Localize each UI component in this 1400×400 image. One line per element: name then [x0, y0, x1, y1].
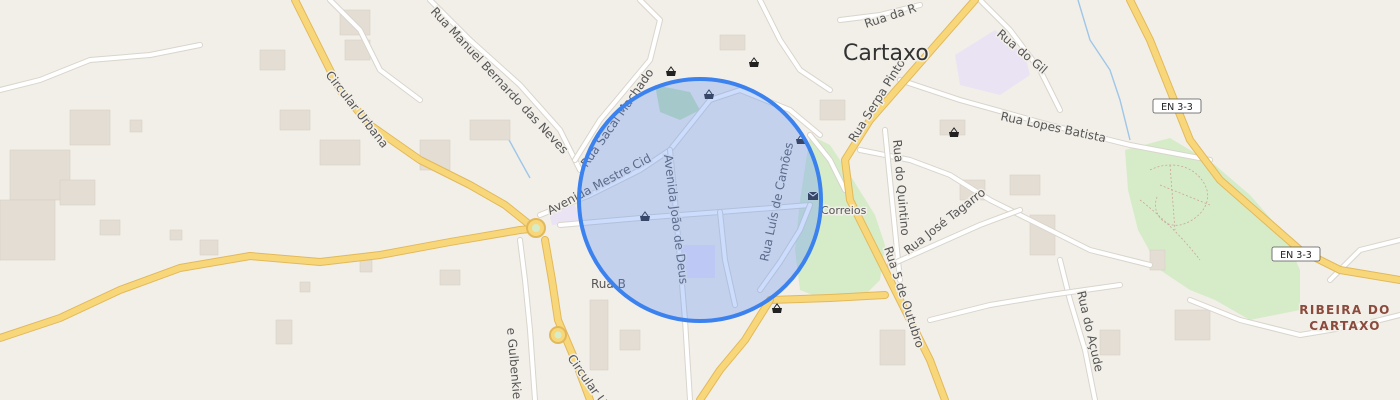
building [439, 269, 461, 286]
building [275, 319, 293, 345]
building [259, 49, 286, 71]
building [299, 281, 311, 293]
stream [1077, 0, 1131, 141]
building [129, 119, 143, 133]
building [469, 119, 511, 141]
post-office-label: Correios [821, 204, 867, 217]
roundabout-center [532, 224, 540, 232]
town-label: Cartaxo [843, 41, 929, 66]
roundabout-center [554, 331, 562, 339]
building [199, 239, 219, 256]
building [1149, 249, 1166, 271]
map-svg[interactable]: Rua Manuel Bernardo das Neves Circular U… [0, 0, 1400, 400]
building [0, 199, 56, 261]
building [59, 179, 96, 206]
building [819, 99, 846, 121]
stream-west [507, 137, 531, 179]
road [0, 43, 202, 92]
road-shield: EN 3-3 [1152, 98, 1202, 114]
street-label-lopes-batista: Rua Lopes Batista [999, 109, 1107, 145]
place-label-line-1: RIBEIRA DO [1299, 303, 1390, 317]
shield-label: EN 3-3 [1280, 250, 1312, 261]
building [589, 299, 609, 371]
building [1174, 309, 1211, 341]
building [169, 229, 183, 241]
street-label-jose-tagarro: Rua José Tagarro [901, 185, 988, 257]
building [879, 329, 906, 366]
circular-urbana-north [292, 0, 533, 228]
map-canvas[interactable]: Rua Manuel Bernardo das Neves Circular U… [0, 0, 1400, 400]
road-shield: EN 3-3 [1271, 246, 1321, 262]
street-label-rua-da-r: Rua da R [863, 1, 918, 31]
shield-label: EN 3-3 [1161, 102, 1193, 113]
street-label-circular-urbana: Circular Urbana [323, 68, 392, 150]
street-label-gulbenkien: e Gulbenkien [504, 327, 525, 400]
basket-icon[interactable] [772, 303, 782, 313]
building [619, 329, 641, 351]
basket-icon[interactable] [666, 66, 676, 76]
basket-icon[interactable] [749, 57, 759, 67]
building [359, 259, 373, 273]
building [279, 109, 311, 131]
building [1099, 329, 1121, 356]
building [319, 139, 361, 166]
place-label-line-2: CARTAXO [1309, 319, 1380, 333]
street-label-serpa-pinto: Rua Serpa Pinto [846, 56, 908, 144]
building [719, 34, 746, 51]
building [69, 109, 111, 146]
building [99, 219, 121, 236]
building [1009, 174, 1041, 196]
search-radius-circle[interactable] [577, 77, 823, 323]
road [758, 0, 832, 92]
